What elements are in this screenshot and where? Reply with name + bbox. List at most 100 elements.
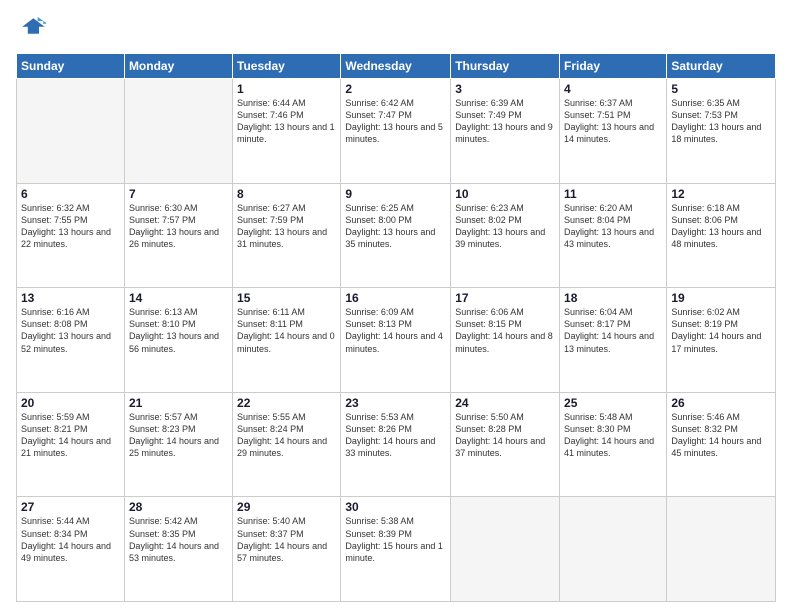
day-info: Sunrise: 6:04 AM Sunset: 8:17 PM Dayligh… <box>564 306 662 355</box>
day-info: Sunrise: 5:53 AM Sunset: 8:26 PM Dayligh… <box>345 411 446 460</box>
day-number: 2 <box>345 82 446 96</box>
day-info: Sunrise: 5:40 AM Sunset: 8:37 PM Dayligh… <box>237 515 336 564</box>
day-number: 14 <box>129 291 228 305</box>
day-info: Sunrise: 6:11 AM Sunset: 8:11 PM Dayligh… <box>237 306 336 355</box>
calendar-cell <box>560 497 667 602</box>
calendar-cell: 14Sunrise: 6:13 AM Sunset: 8:10 PM Dayli… <box>124 288 232 393</box>
calendar-cell: 7Sunrise: 6:30 AM Sunset: 7:57 PM Daylig… <box>124 183 232 288</box>
weekday-header-row: SundayMondayTuesdayWednesdayThursdayFrid… <box>17 54 776 79</box>
day-number: 25 <box>564 396 662 410</box>
logo <box>16 12 46 45</box>
week-row-3: 20Sunrise: 5:59 AM Sunset: 8:21 PM Dayli… <box>17 392 776 497</box>
day-number: 20 <box>21 396 120 410</box>
calendar-cell: 15Sunrise: 6:11 AM Sunset: 8:11 PM Dayli… <box>233 288 341 393</box>
calendar-cell: 28Sunrise: 5:42 AM Sunset: 8:35 PM Dayli… <box>124 497 232 602</box>
calendar-cell: 27Sunrise: 5:44 AM Sunset: 8:34 PM Dayli… <box>17 497 125 602</box>
day-number: 18 <box>564 291 662 305</box>
day-number: 8 <box>237 187 336 201</box>
day-number: 3 <box>455 82 555 96</box>
day-number: 9 <box>345 187 446 201</box>
day-info: Sunrise: 5:46 AM Sunset: 8:32 PM Dayligh… <box>671 411 771 460</box>
weekday-thursday: Thursday <box>451 54 560 79</box>
day-number: 4 <box>564 82 662 96</box>
day-info: Sunrise: 6:02 AM Sunset: 8:19 PM Dayligh… <box>671 306 771 355</box>
day-info: Sunrise: 6:23 AM Sunset: 8:02 PM Dayligh… <box>455 202 555 251</box>
day-info: Sunrise: 6:42 AM Sunset: 7:47 PM Dayligh… <box>345 97 446 146</box>
day-info: Sunrise: 6:35 AM Sunset: 7:53 PM Dayligh… <box>671 97 771 146</box>
day-number: 28 <box>129 500 228 514</box>
day-info: Sunrise: 6:37 AM Sunset: 7:51 PM Dayligh… <box>564 97 662 146</box>
day-number: 15 <box>237 291 336 305</box>
calendar-cell: 30Sunrise: 5:38 AM Sunset: 8:39 PM Dayli… <box>341 497 451 602</box>
day-info: Sunrise: 5:38 AM Sunset: 8:39 PM Dayligh… <box>345 515 446 564</box>
calendar-cell: 4Sunrise: 6:37 AM Sunset: 7:51 PM Daylig… <box>560 79 667 184</box>
day-info: Sunrise: 6:20 AM Sunset: 8:04 PM Dayligh… <box>564 202 662 251</box>
calendar-cell: 8Sunrise: 6:27 AM Sunset: 7:59 PM Daylig… <box>233 183 341 288</box>
week-row-2: 13Sunrise: 6:16 AM Sunset: 8:08 PM Dayli… <box>17 288 776 393</box>
day-info: Sunrise: 6:18 AM Sunset: 8:06 PM Dayligh… <box>671 202 771 251</box>
day-number: 21 <box>129 396 228 410</box>
day-info: Sunrise: 6:44 AM Sunset: 7:46 PM Dayligh… <box>237 97 336 146</box>
calendar-table: SundayMondayTuesdayWednesdayThursdayFrid… <box>16 53 776 602</box>
day-number: 6 <box>21 187 120 201</box>
day-number: 17 <box>455 291 555 305</box>
day-number: 27 <box>21 500 120 514</box>
day-number: 12 <box>671 187 771 201</box>
day-number: 5 <box>671 82 771 96</box>
calendar-cell: 9Sunrise: 6:25 AM Sunset: 8:00 PM Daylig… <box>341 183 451 288</box>
logo-icon <box>18 12 46 40</box>
day-info: Sunrise: 5:48 AM Sunset: 8:30 PM Dayligh… <box>564 411 662 460</box>
day-info: Sunrise: 6:06 AM Sunset: 8:15 PM Dayligh… <box>455 306 555 355</box>
day-number: 7 <box>129 187 228 201</box>
week-row-1: 6Sunrise: 6:32 AM Sunset: 7:55 PM Daylig… <box>17 183 776 288</box>
day-number: 22 <box>237 396 336 410</box>
weekday-sunday: Sunday <box>17 54 125 79</box>
day-info: Sunrise: 6:16 AM Sunset: 8:08 PM Dayligh… <box>21 306 120 355</box>
calendar-cell: 13Sunrise: 6:16 AM Sunset: 8:08 PM Dayli… <box>17 288 125 393</box>
day-info: Sunrise: 5:55 AM Sunset: 8:24 PM Dayligh… <box>237 411 336 460</box>
day-number: 19 <box>671 291 771 305</box>
week-row-4: 27Sunrise: 5:44 AM Sunset: 8:34 PM Dayli… <box>17 497 776 602</box>
calendar-cell <box>667 497 776 602</box>
day-number: 10 <box>455 187 555 201</box>
calendar-cell: 3Sunrise: 6:39 AM Sunset: 7:49 PM Daylig… <box>451 79 560 184</box>
calendar-cell: 26Sunrise: 5:46 AM Sunset: 8:32 PM Dayli… <box>667 392 776 497</box>
calendar-cell: 17Sunrise: 6:06 AM Sunset: 8:15 PM Dayli… <box>451 288 560 393</box>
calendar-cell: 25Sunrise: 5:48 AM Sunset: 8:30 PM Dayli… <box>560 392 667 497</box>
calendar-cell <box>124 79 232 184</box>
day-number: 16 <box>345 291 446 305</box>
calendar-cell: 23Sunrise: 5:53 AM Sunset: 8:26 PM Dayli… <box>341 392 451 497</box>
calendar-cell: 6Sunrise: 6:32 AM Sunset: 7:55 PM Daylig… <box>17 183 125 288</box>
calendar-cell <box>17 79 125 184</box>
day-info: Sunrise: 5:44 AM Sunset: 8:34 PM Dayligh… <box>21 515 120 564</box>
calendar-cell: 22Sunrise: 5:55 AM Sunset: 8:24 PM Dayli… <box>233 392 341 497</box>
day-info: Sunrise: 6:09 AM Sunset: 8:13 PM Dayligh… <box>345 306 446 355</box>
day-number: 30 <box>345 500 446 514</box>
day-info: Sunrise: 6:25 AM Sunset: 8:00 PM Dayligh… <box>345 202 446 251</box>
day-number: 29 <box>237 500 336 514</box>
calendar-cell: 10Sunrise: 6:23 AM Sunset: 8:02 PM Dayli… <box>451 183 560 288</box>
day-info: Sunrise: 6:30 AM Sunset: 7:57 PM Dayligh… <box>129 202 228 251</box>
weekday-tuesday: Tuesday <box>233 54 341 79</box>
calendar-cell: 16Sunrise: 6:09 AM Sunset: 8:13 PM Dayli… <box>341 288 451 393</box>
day-number: 26 <box>671 396 771 410</box>
calendar-cell: 24Sunrise: 5:50 AM Sunset: 8:28 PM Dayli… <box>451 392 560 497</box>
page: SundayMondayTuesdayWednesdayThursdayFrid… <box>0 0 792 612</box>
day-info: Sunrise: 5:57 AM Sunset: 8:23 PM Dayligh… <box>129 411 228 460</box>
calendar-cell: 12Sunrise: 6:18 AM Sunset: 8:06 PM Dayli… <box>667 183 776 288</box>
day-number: 23 <box>345 396 446 410</box>
calendar-cell <box>451 497 560 602</box>
weekday-monday: Monday <box>124 54 232 79</box>
calendar-cell: 1Sunrise: 6:44 AM Sunset: 7:46 PM Daylig… <box>233 79 341 184</box>
weekday-wednesday: Wednesday <box>341 54 451 79</box>
day-info: Sunrise: 5:50 AM Sunset: 8:28 PM Dayligh… <box>455 411 555 460</box>
day-number: 24 <box>455 396 555 410</box>
day-info: Sunrise: 6:13 AM Sunset: 8:10 PM Dayligh… <box>129 306 228 355</box>
calendar-cell: 20Sunrise: 5:59 AM Sunset: 8:21 PM Dayli… <box>17 392 125 497</box>
calendar-cell: 5Sunrise: 6:35 AM Sunset: 7:53 PM Daylig… <box>667 79 776 184</box>
day-info: Sunrise: 6:27 AM Sunset: 7:59 PM Dayligh… <box>237 202 336 251</box>
calendar-cell: 11Sunrise: 6:20 AM Sunset: 8:04 PM Dayli… <box>560 183 667 288</box>
weekday-friday: Friday <box>560 54 667 79</box>
day-number: 11 <box>564 187 662 201</box>
day-info: Sunrise: 5:42 AM Sunset: 8:35 PM Dayligh… <box>129 515 228 564</box>
